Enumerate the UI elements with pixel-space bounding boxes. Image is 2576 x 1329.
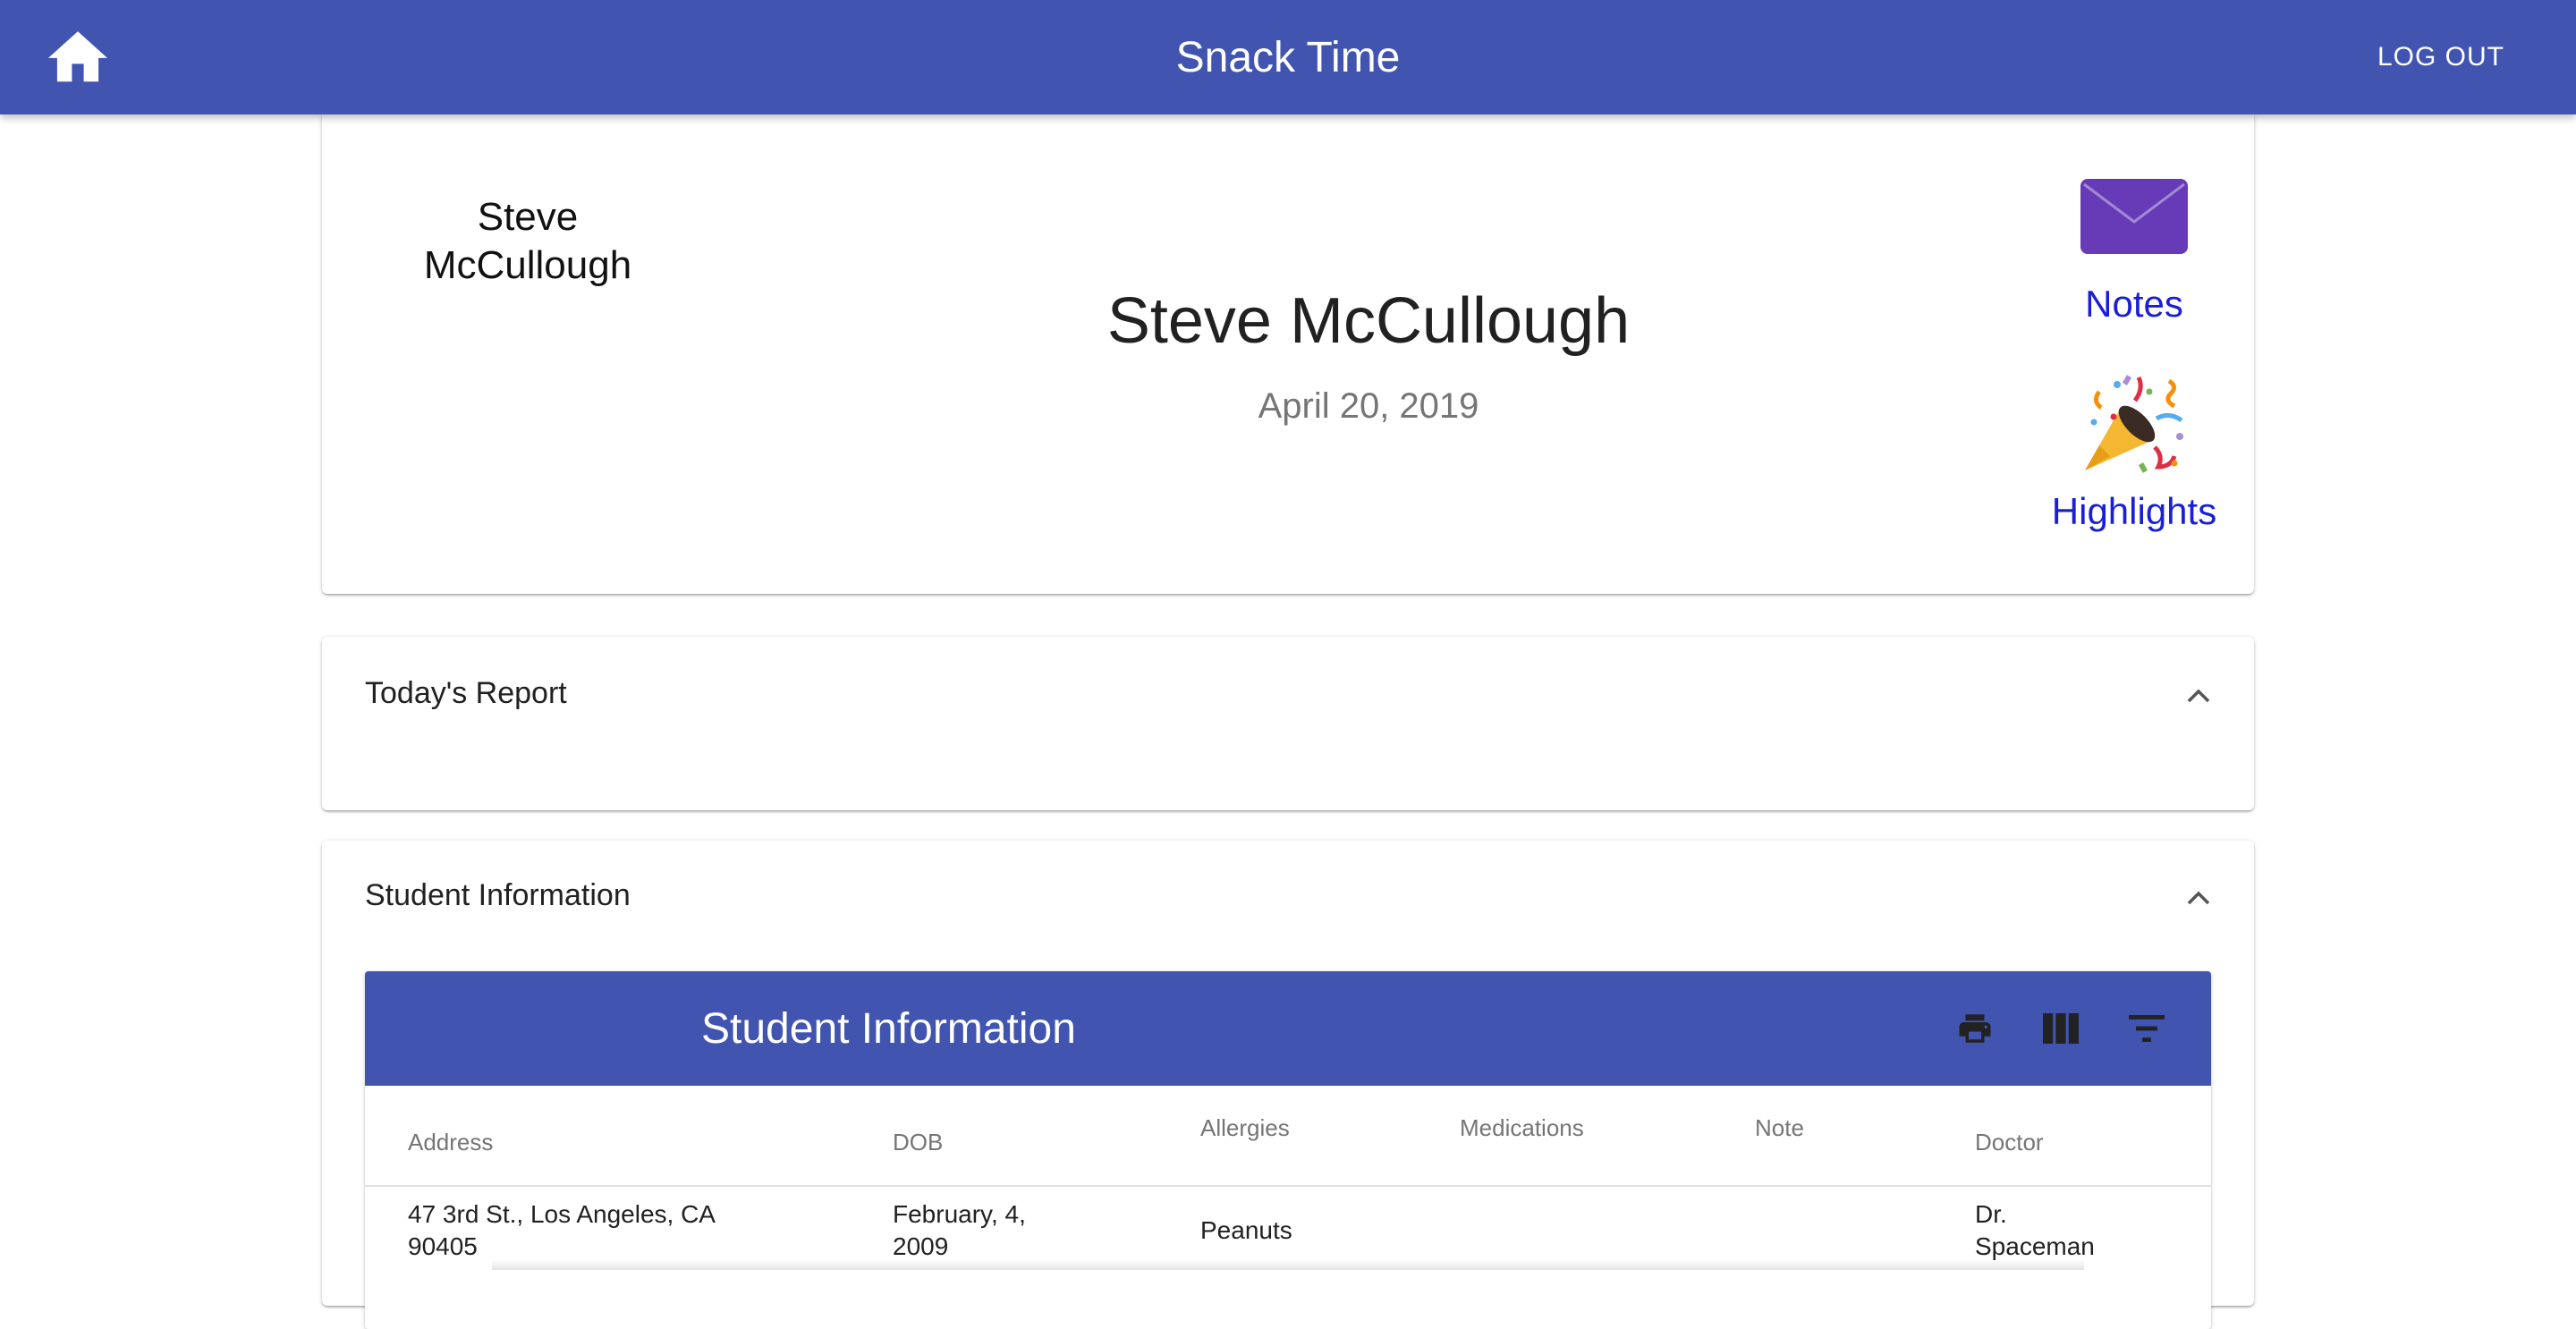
table-toolbar: Student Information xyxy=(365,971,2211,1086)
app-title: Snack Time xyxy=(1175,33,1401,81)
column-header-note[interactable]: Note xyxy=(1755,1114,1804,1142)
student-information-panel[interactable]: Student Information Student Information xyxy=(322,841,2254,1329)
cell-allergies: Peanuts xyxy=(1200,1216,1292,1244)
cell-dob: February, 4, 2009 xyxy=(893,1200,1026,1260)
filter-button[interactable] xyxy=(2125,1007,2168,1050)
app-bar: Snack Time LOG OUT xyxy=(0,0,2576,114)
student-information-table: Student Information Address DOB Allergie… xyxy=(365,971,2211,1329)
column-header-doctor[interactable]: Doctor xyxy=(1975,1129,2044,1156)
home-button[interactable] xyxy=(45,27,111,88)
highlights-link[interactable]: Highlights xyxy=(2018,374,2250,533)
print-icon xyxy=(1959,1014,1991,1043)
todays-report-title: Today's Report xyxy=(365,676,567,710)
view-column-icon xyxy=(2043,1013,2079,1044)
header-divider xyxy=(365,1185,2211,1187)
column-header-medications[interactable]: Medications xyxy=(1460,1114,1584,1142)
column-header-address[interactable]: Address xyxy=(408,1129,493,1156)
cell-address: 47 3rd St., Los Angeles, CA 90405 xyxy=(408,1200,715,1260)
print-button[interactable] xyxy=(1953,1007,1996,1050)
bottom-shadow xyxy=(492,1259,2084,1270)
envelope-icon xyxy=(2080,179,2188,254)
party-popper-icon xyxy=(2085,375,2183,473)
student-information-title: Student Information xyxy=(365,878,631,912)
notes-link[interactable]: Notes xyxy=(2018,179,2250,326)
highlights-label: Highlights xyxy=(2051,490,2217,532)
chevron-up-icon xyxy=(2187,689,2210,703)
home-icon xyxy=(48,31,107,82)
expand-toggle-report[interactable] xyxy=(2179,676,2218,715)
notes-label: Notes xyxy=(2085,283,2183,325)
table-title: Student Information xyxy=(701,1004,1076,1053)
todays-report-panel[interactable]: Today's Report xyxy=(322,637,2254,810)
cell-doctor: Dr. Spaceman xyxy=(1975,1200,2095,1260)
logout-button[interactable]: LOG OUT xyxy=(2377,32,2504,82)
avatar-alt-text: Steve McCullough xyxy=(423,195,632,287)
column-header-dob[interactable]: DOB xyxy=(893,1129,943,1156)
filter-icon xyxy=(2129,1015,2165,1042)
view-columns-button[interactable] xyxy=(2039,1007,2082,1050)
expand-toggle-student-info[interactable] xyxy=(2179,878,2218,918)
chevron-up-icon xyxy=(2187,891,2210,905)
column-header-allergies[interactable]: Allergies xyxy=(1200,1114,1290,1142)
